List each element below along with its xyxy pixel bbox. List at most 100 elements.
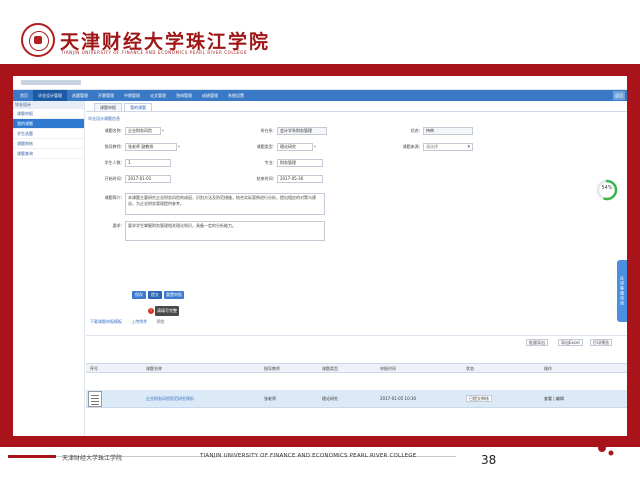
- frame-right: [627, 64, 640, 447]
- sidebar-item-topic-query[interactable]: 课题查询: [13, 149, 84, 159]
- form-field-major: 专业: 财务管理: [246, 159, 323, 167]
- nav-home[interactable]: 首页: [15, 90, 33, 101]
- warning-icon: !: [148, 308, 154, 314]
- start-date-input[interactable]: 2017-01-01: [125, 175, 171, 183]
- slide-header: 天津财经大学珠江学院 TIANJIN UNIVERSITY OF FINANCE…: [0, 0, 640, 64]
- sidebar-heading: 毕业设计: [13, 101, 84, 109]
- university-seal-icon: [21, 23, 55, 57]
- sidebar-item-student-selection[interactable]: 学生选题: [13, 129, 84, 139]
- preview-link[interactable]: 预览: [157, 319, 165, 324]
- system-brand: [21, 80, 81, 85]
- nav-proposal[interactable]: 开题管理: [93, 90, 119, 101]
- form-field-topic-name: 课题名称: 企业财务风险 *: [90, 127, 164, 135]
- field-label: 课题简介:: [104, 195, 122, 200]
- required-mark-icon: *: [314, 144, 316, 150]
- nav-paper[interactable]: 论文管理: [145, 90, 171, 101]
- field-label: 开始时间:: [104, 176, 122, 181]
- field-label: 课题类型:: [256, 144, 274, 149]
- field-label: 学生人数:: [104, 160, 122, 165]
- section-title: 毕业设计课题信息: [88, 116, 120, 121]
- validation-tooltip: 请填写完整: [155, 306, 179, 316]
- major-input[interactable]: 财务管理: [277, 159, 323, 167]
- field-label: 专业:: [264, 160, 274, 165]
- column-header: 课题名称: [146, 366, 162, 371]
- print-preview-button[interactable]: 打印预览: [590, 339, 612, 346]
- submit-button[interactable]: 提交: [148, 291, 162, 299]
- row-type: 理论研究: [322, 396, 338, 401]
- form-field-status: 状态: 待审: [396, 127, 473, 135]
- field-label: 结束时间:: [256, 176, 274, 181]
- field-label: 所在系:: [260, 128, 274, 133]
- download-template-link[interactable]: 下载课题申报模板: [90, 319, 122, 324]
- form-field-student-count: 学生人数: 1: [90, 159, 171, 167]
- nav-grades[interactable]: 成绩管理: [197, 90, 223, 101]
- tab-my-topics[interactable]: 我的课题: [124, 103, 152, 111]
- footer-english-name: TIANJIN UNIVERSITY OF FINANCE AND ECONOM…: [200, 453, 417, 459]
- nav-defense[interactable]: 答辩管理: [171, 90, 197, 101]
- nav-settings[interactable]: 系统设置: [223, 90, 249, 101]
- required-mark-icon: *: [178, 144, 180, 150]
- row-actions[interactable]: 查看 | 编辑: [544, 396, 564, 402]
- requirements-textarea[interactable]: 要求学生掌握财务管理相关理论知识，具备一定的分析能力。: [125, 221, 325, 241]
- advisor-input[interactable]: 张老师 副教授: [125, 143, 177, 151]
- field-label: 状态:: [410, 128, 420, 133]
- footer-accent-line: [8, 455, 56, 458]
- return-button[interactable]: 返回: [613, 91, 625, 100]
- online-service-tab[interactable]: 在线客服咨询: [617, 260, 627, 322]
- batch-export-button[interactable]: 批量导出: [526, 339, 548, 346]
- app-window: 首页 毕业设计管理 选题管理 开题管理 中期管理 论文管理 答辩管理 成绩管理 …: [13, 76, 627, 436]
- form-field-topic-source: 课题来源: 请选择: [396, 143, 473, 151]
- nav-thesis-management[interactable]: 毕业设计管理: [33, 90, 67, 101]
- status-input[interactable]: 待审: [423, 127, 473, 135]
- column-header: 课题类型: [322, 366, 338, 371]
- column-header: 序号: [90, 366, 98, 371]
- field-label: 课题名称:: [104, 128, 122, 133]
- description-textarea[interactable]: 本课题主要研究企业财务风险的成因、识别方法及防范措施，结合实际案例进行分析，提出…: [125, 193, 325, 215]
- completion-progress-ring: 54%: [596, 179, 618, 201]
- footer-chinese-name: 天津财经大学珠江学院: [62, 455, 123, 462]
- reset-button[interactable]: 重置申报: [164, 291, 184, 299]
- tab-topic-apply[interactable]: 课题申报: [94, 103, 122, 111]
- main-nav: 首页 毕业设计管理 选题管理 开题管理 中期管理 论文管理 答辩管理 成绩管理 …: [13, 90, 627, 101]
- progress-percent: 54%: [601, 185, 613, 191]
- app-topbar: [13, 76, 627, 90]
- form-field-requirements: 要求: 要求学生掌握财务管理相关理论知识，具备一定的分析能力。: [90, 221, 325, 241]
- row-status-badge: 已提交审核: [466, 395, 492, 402]
- row-date: 2017-01-05 10:30: [380, 396, 417, 401]
- document-icon: [88, 391, 102, 407]
- export-excel-button[interactable]: 导出Excel: [558, 339, 583, 346]
- form-field-end-date: 结束时间: 2017-05-30: [246, 175, 323, 183]
- nav-topic[interactable]: 选题管理: [67, 90, 93, 101]
- topic-type-input[interactable]: 理论研究: [277, 143, 313, 151]
- nav-midterm[interactable]: 中期管理: [119, 90, 145, 101]
- end-date-input[interactable]: 2017-05-30: [277, 175, 323, 183]
- frame-bottom: [0, 436, 640, 447]
- tab-bar: 课题申报 我的课题: [86, 101, 627, 112]
- attachment-links: 下载课题申报模板 上传附件 预览: [90, 319, 173, 325]
- frame-top: [0, 64, 640, 76]
- sidebar-item-my-topics[interactable]: 我的课题: [13, 119, 84, 129]
- required-mark-icon: *: [162, 128, 164, 134]
- save-button[interactable]: 保存: [132, 291, 146, 299]
- field-label: 指导教师:: [104, 144, 122, 149]
- department-input[interactable]: 会计学系财务管理: [277, 127, 327, 135]
- logo-english-name: TIANJIN UNIVERSITY OF FINANCE AND ECONOM…: [61, 50, 248, 55]
- student-count-input[interactable]: 1: [125, 159, 171, 167]
- topic-name-input[interactable]: 企业财务风险: [125, 127, 161, 135]
- field-label: 课题来源:: [402, 144, 420, 149]
- form-field-department: 所在系: 会计学系财务管理: [246, 127, 327, 135]
- form-field-topic-type: 课题类型: 理论研究 *: [246, 143, 316, 151]
- sidebar-item-topic-apply[interactable]: 课题申报: [13, 109, 84, 119]
- topic-source-select[interactable]: 请选择: [423, 143, 473, 151]
- upload-attachment-link[interactable]: 上传附件: [131, 319, 147, 324]
- grid-toolbar: 批量导出 导出Excel 打印预览: [86, 335, 627, 347]
- main-content: 课题申报 我的课题 毕业设计课题信息 课题名称: 企业财务风险 * 所在系: 会…: [86, 101, 627, 436]
- column-header: 申报时间: [380, 366, 396, 371]
- sidebar: 毕业设计 课题申报 我的课题 学生选题 课题审核 课题查询: [13, 101, 85, 436]
- column-header: 状态: [466, 366, 474, 371]
- sidebar-item-topic-review[interactable]: 课题审核: [13, 139, 84, 149]
- grid-header: 序号 课题名称 指导教师 课题类型 申报时间 状态 操作: [86, 363, 627, 373]
- table-row[interactable]: 企业财务风险防范研究探析 张老师 理论研究 2017-01-05 10:30 已…: [86, 390, 627, 408]
- frame-left: [0, 64, 13, 447]
- row-topic-name[interactable]: 企业财务风险防范研究探析: [146, 396, 194, 402]
